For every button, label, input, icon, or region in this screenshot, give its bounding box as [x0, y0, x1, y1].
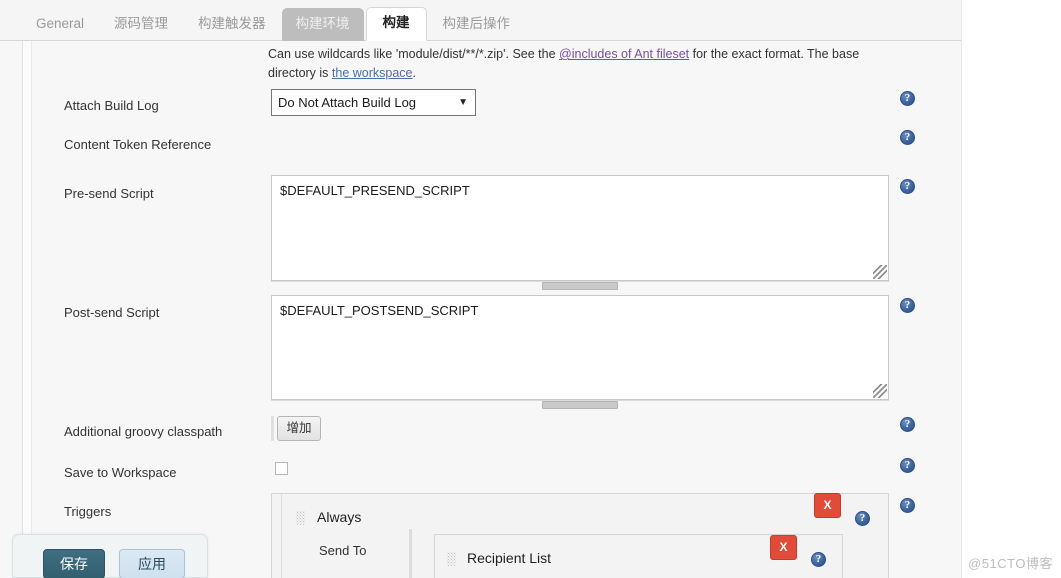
label-send-to: Send To: [319, 543, 367, 558]
groovy-classpath-rail: [271, 416, 274, 441]
attachments-help-text: Can use wildcards like 'module/dist/**/*…: [268, 45, 893, 84]
chevron-down-icon: ▼: [458, 97, 468, 108]
recipient-panel-rail: [409, 529, 412, 578]
tab-build[interactable]: 构建: [365, 6, 427, 41]
save-to-workspace-checkbox[interactable]: [275, 462, 288, 475]
post-send-script-value: $DEFAULT_POSTSEND_SCRIPT: [280, 303, 479, 318]
drag-handle-icon-always[interactable]: [296, 511, 305, 525]
pre-send-script-resize-bar[interactable]: [271, 281, 889, 290]
resize-knob-icon[interactable]: [542, 401, 618, 409]
tab-general[interactable]: General: [22, 8, 98, 41]
delete-recipient-list-button[interactable]: X: [770, 535, 797, 560]
apply-button[interactable]: 应用: [119, 549, 185, 578]
form-action-bar: 保存 应用: [12, 534, 208, 578]
config-tabbar: General 源码管理 构建触发器 构建环境 构建 构建后操作: [0, 0, 961, 41]
resize-grip-icon[interactable]: [873, 265, 887, 279]
help-icon-attach-build-log[interactable]: [900, 91, 915, 106]
help-icon-recipient-list[interactable]: [811, 552, 826, 567]
label-save-to-workspace: Save to Workspace: [64, 465, 177, 480]
form-left-rail: [22, 41, 32, 578]
label-content-token-reference: Content Token Reference: [64, 137, 212, 152]
help-icon-trigger-always[interactable]: [855, 511, 870, 526]
post-send-script-resize-bar[interactable]: [271, 400, 889, 409]
post-send-script-textarea[interactable]: $DEFAULT_POSTSEND_SCRIPT: [271, 295, 889, 400]
attach-build-log-value: Do Not Attach Build Log: [278, 95, 417, 110]
label-attach-build-log: Attach Build Log: [64, 98, 159, 113]
help-icon-post-send-script[interactable]: [900, 298, 915, 313]
tab-build-environment[interactable]: 构建环境: [281, 7, 364, 41]
pre-send-script-value: $DEFAULT_PRESEND_SCRIPT: [280, 183, 470, 198]
tab-build-triggers[interactable]: 构建触发器: [184, 8, 280, 41]
ant-fileset-link[interactable]: @includes of Ant fileset: [559, 47, 689, 61]
delete-trigger-always-button[interactable]: X: [814, 493, 841, 518]
workspace-link[interactable]: the workspace: [332, 66, 413, 80]
help-icon-save-to-workspace[interactable]: [900, 458, 915, 473]
resize-knob-icon[interactable]: [542, 282, 618, 290]
save-button[interactable]: 保存: [43, 549, 105, 578]
label-triggers: Triggers: [64, 504, 112, 519]
watermark: @51CTO博客: [968, 556, 1053, 571]
label-post-send-script: Post-send Script: [64, 305, 160, 320]
add-groovy-classpath-button[interactable]: 增加: [277, 416, 321, 441]
attach-build-log-select[interactable]: Do Not Attach Build Log ▼: [271, 89, 476, 116]
right-gutter: [961, 0, 1061, 578]
help-icon-triggers[interactable]: [900, 498, 915, 513]
label-pre-send-script: Pre-send Script: [64, 186, 154, 201]
resize-grip-icon[interactable]: [873, 384, 887, 398]
jenkins-job-config-screen: General 源码管理 构建触发器 构建环境 构建 构建后操作 Can use…: [0, 0, 1061, 578]
tab-post-build-actions[interactable]: 构建后操作: [429, 8, 525, 41]
drag-handle-icon-recipient-list[interactable]: [447, 552, 456, 566]
label-additional-groovy-classpath: Additional groovy classpath: [64, 424, 223, 439]
help-icon-additional-groovy-classpath[interactable]: [900, 417, 915, 432]
help-text-part3: .: [412, 66, 416, 81]
recipient-list-name: Recipient List: [467, 550, 552, 566]
help-text-part1: Can use wildcards like 'module/dist/**/*…: [268, 47, 560, 61]
pre-send-script-textarea[interactable]: $DEFAULT_PRESEND_SCRIPT: [271, 175, 889, 281]
tab-scm[interactable]: 源码管理: [100, 8, 182, 41]
help-icon-content-token-reference[interactable]: [900, 130, 915, 145]
help-icon-pre-send-script[interactable]: [900, 179, 915, 194]
trigger-name-always: Always: [317, 509, 362, 525]
